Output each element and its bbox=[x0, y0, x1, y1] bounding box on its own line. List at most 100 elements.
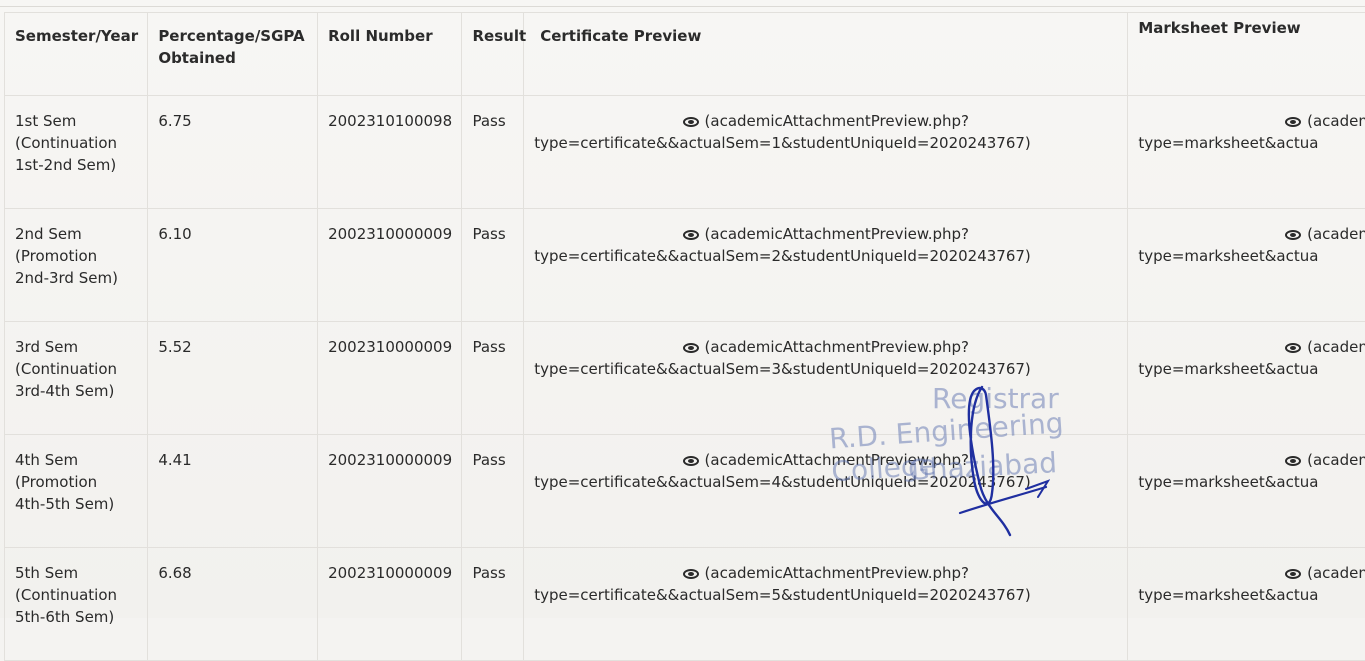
certificate-preview-link[interactable]: (academicAttachmentPreview.php? bbox=[705, 564, 970, 582]
semester-label: 3rd Sem bbox=[15, 338, 78, 356]
percentage-value: 6.10 bbox=[158, 225, 191, 243]
header-roll: Roll Number bbox=[318, 13, 462, 96]
certificate-preview-query[interactable]: type=certificate&&actualSem=5&studentUni… bbox=[534, 586, 1031, 604]
table-row: 5th Sem (Continuation 5th-6th Sem) 6.68 2002… bbox=[5, 548, 1365, 661]
certificate-preview-link[interactable]: (academicAttachmentPreview.php? bbox=[705, 338, 970, 356]
roll-number-value: 2002310000009 bbox=[328, 225, 452, 243]
semester-label: 1st Sem bbox=[15, 112, 76, 130]
header-semester: Semester/Year bbox=[5, 13, 148, 96]
semester-range: 2nd-3rd Sem) bbox=[15, 269, 118, 287]
marksheet-preview-link[interactable]: (academ bbox=[1307, 225, 1365, 243]
table-row: 2nd Sem(Promotion2nd-3rd Sem)6.102002310… bbox=[5, 209, 1365, 322]
eye-icon[interactable] bbox=[1285, 343, 1301, 353]
eye-icon[interactable] bbox=[683, 343, 699, 353]
roll-number-value: 2002310000009 bbox=[328, 564, 452, 582]
semester-type: (Continuation bbox=[15, 586, 117, 604]
semester-label: 5th Sem bbox=[15, 564, 78, 582]
percentage-value: 4.41 bbox=[158, 451, 191, 469]
result-value: Pass bbox=[472, 338, 505, 356]
roll-number-cell: 2002310000009 bbox=[318, 322, 462, 435]
table-row: 3rd Sem (Continuation 3rd-4th Sem) 5.52 2002… bbox=[5, 322, 1365, 435]
semester-cell: 4th Sem (Promotion 4th-5th Sem) bbox=[5, 435, 148, 548]
marksheet-preview-cell[interactable]: (academ type=marksheet&actua bbox=[1128, 96, 1365, 209]
percentage-value: 6.75 bbox=[158, 112, 191, 130]
certificate-preview-cell[interactable]: (academicAttachmentPreview.php? type=cert… bbox=[524, 96, 1128, 209]
semester-cell: 2nd Sem(Promotion2nd-3rd Sem) bbox=[5, 209, 148, 322]
semester-range: 3rd-4th Sem) bbox=[15, 382, 114, 400]
roll-number-value: 2002310100098 bbox=[328, 112, 452, 130]
marksheet-preview-query[interactable]: type=marksheet&actua bbox=[1138, 473, 1318, 491]
eye-icon[interactable] bbox=[683, 456, 699, 466]
result-value: Pass bbox=[472, 112, 505, 130]
marksheet-preview-query[interactable]: type=marksheet&actua bbox=[1138, 360, 1318, 378]
eye-icon[interactable] bbox=[1285, 456, 1301, 466]
percentage-cell: 6.68 bbox=[148, 548, 318, 661]
marksheet-preview-query[interactable]: type=marksheet&actua bbox=[1138, 586, 1318, 604]
semester-range: 5th-6th Sem) bbox=[15, 608, 114, 626]
table-row: 4th Sem (Promotion 4th-5th Sem) 4.41 2002310… bbox=[5, 435, 1365, 548]
academic-results-table: Semester/Year Percentage/SGPA Obtained Ro… bbox=[4, 12, 1365, 661]
eye-icon[interactable] bbox=[683, 117, 699, 127]
result-cell: Pass bbox=[462, 209, 524, 322]
percentage-value: 5.52 bbox=[158, 338, 191, 356]
semester-cell: 1st Sem (Continuation 1st-2nd Sem) bbox=[5, 96, 148, 209]
eye-icon[interactable] bbox=[683, 569, 699, 579]
percentage-cell: 6.75 bbox=[148, 96, 318, 209]
header-result: Result bbox=[462, 13, 524, 96]
marksheet-preview-link[interactable]: (academ bbox=[1307, 338, 1365, 356]
percentage-cell: 6.10 bbox=[148, 209, 318, 322]
marksheet-preview-query[interactable]: type=marksheet&actua bbox=[1138, 134, 1318, 152]
semester-type: (Continuation bbox=[15, 360, 117, 378]
certificate-preview-query[interactable]: type=certificate&&actualSem=4&studentUni… bbox=[534, 473, 1031, 491]
eye-icon[interactable] bbox=[683, 230, 699, 240]
header-percentage-label-2: Obtained bbox=[158, 49, 236, 67]
marksheet-preview-query[interactable]: type=marksheet&actua bbox=[1138, 247, 1318, 265]
certificate-preview-query[interactable]: type=certificate&&actualSem=2&studentUni… bbox=[534, 247, 1031, 265]
certificate-preview-cell[interactable]: (academicAttachmentPreview.php? type=cert… bbox=[524, 209, 1128, 322]
certificate-preview-query[interactable]: type=certificate&&actualSem=1&studentUni… bbox=[534, 134, 1031, 152]
semester-label: 4th Sem bbox=[15, 451, 78, 469]
roll-number-cell: 2002310000009 bbox=[318, 209, 462, 322]
certificate-preview-link[interactable]: (academicAttachmentPreview.php? bbox=[705, 225, 970, 243]
eye-icon[interactable] bbox=[1285, 230, 1301, 240]
certificate-preview-link[interactable]: (academicAttachmentPreview.php? bbox=[705, 112, 970, 130]
percentage-value: 6.68 bbox=[158, 564, 191, 582]
eye-icon[interactable] bbox=[1285, 117, 1301, 127]
certificate-preview-cell[interactable]: (academicAttachmentPreview.php? type=cert… bbox=[524, 435, 1128, 548]
marksheet-preview-cell[interactable]: (academ type=marksheet&actua bbox=[1128, 548, 1365, 661]
semester-type: (Promotion bbox=[15, 247, 97, 265]
roll-number-cell: 2002310000009 bbox=[318, 435, 462, 548]
header-percentage-label: Percentage/SGPA bbox=[158, 27, 304, 45]
header-certificate-label: Certificate Preview bbox=[540, 27, 701, 45]
marksheet-preview-link[interactable]: (academ bbox=[1307, 564, 1365, 582]
certificate-preview-link[interactable]: (academicAttachmentPreview.php? bbox=[705, 451, 970, 469]
semester-type: (Continuation bbox=[15, 134, 117, 152]
result-value: Pass bbox=[472, 451, 505, 469]
eye-icon[interactable] bbox=[1285, 569, 1301, 579]
header-roll-label: Roll Number bbox=[328, 27, 433, 45]
semester-type: (Promotion bbox=[15, 473, 97, 491]
result-value: Pass bbox=[472, 225, 505, 243]
roll-number-cell: 2002310000009 bbox=[318, 548, 462, 661]
header-marksheet-label: Marksheet Preview bbox=[1138, 19, 1300, 37]
certificate-preview-cell[interactable]: (academicAttachmentPreview.php? type=cert… bbox=[524, 322, 1128, 435]
semester-cell: 3rd Sem (Continuation 3rd-4th Sem) bbox=[5, 322, 148, 435]
header-certificate: Certificate Preview bbox=[524, 13, 1128, 96]
percentage-cell: 4.41 bbox=[148, 435, 318, 548]
result-cell: Pass bbox=[462, 322, 524, 435]
marksheet-preview-cell[interactable]: (academ type=marksheet&actua bbox=[1128, 322, 1365, 435]
header-semester-label: Semester/Year bbox=[15, 27, 138, 45]
top-divider bbox=[0, 6, 1365, 7]
certificate-preview-cell[interactable]: (academicAttachmentPreview.php? type=cert… bbox=[524, 548, 1128, 661]
semester-range: 1st-2nd Sem) bbox=[15, 156, 116, 174]
marksheet-preview-cell[interactable]: (academ type=marksheet&actua bbox=[1128, 435, 1365, 548]
marksheet-preview-cell[interactable]: (academ type=marksheet&actua bbox=[1128, 209, 1365, 322]
semester-cell: 5th Sem (Continuation 5th-6th Sem) bbox=[5, 548, 148, 661]
semester-range: 4th-5th Sem) bbox=[15, 495, 114, 513]
certificate-preview-query[interactable]: type=certificate&&actualSem=3&studentUni… bbox=[534, 360, 1031, 378]
header-result-label: Result bbox=[472, 27, 526, 45]
roll-number-value: 2002310000009 bbox=[328, 338, 452, 356]
marksheet-preview-link[interactable]: (academ bbox=[1307, 451, 1365, 469]
marksheet-preview-link[interactable]: (academ bbox=[1307, 112, 1365, 130]
roll-number-cell: 2002310100098 bbox=[318, 96, 462, 209]
